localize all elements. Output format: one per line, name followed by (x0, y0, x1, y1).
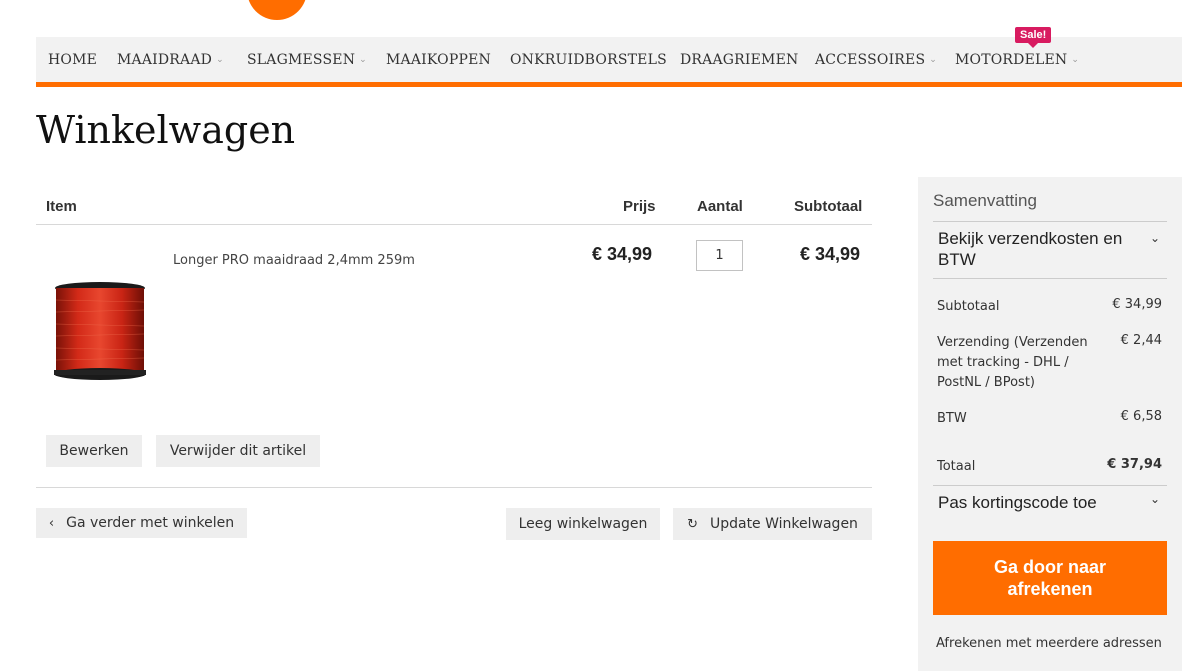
divider (933, 221, 1167, 222)
summary-subtotal-value: € 34,99 (1112, 297, 1162, 312)
column-header-qty: Aantal (697, 198, 743, 215)
discount-code-label: Pas kortingscode toe (938, 493, 1097, 512)
chevron-down-icon: ⌄ (359, 55, 367, 65)
divider (36, 487, 872, 488)
nav-label: MOTORDELEN (955, 52, 1068, 68)
divider (933, 278, 1167, 279)
quantity-input[interactable] (696, 240, 743, 271)
page-title: Winkelwagen (36, 108, 296, 152)
nav-item-motordelen[interactable]: MOTORDELEN ⌄ (955, 52, 1079, 68)
summary-tax-value: € 6,58 (1120, 409, 1162, 424)
product-image[interactable] (50, 280, 150, 384)
multi-address-checkout-link[interactable]: Afrekenen met meerdere adressen (936, 636, 1162, 651)
nav-item-accessoires[interactable]: ACCESSOIRES ⌄ (815, 52, 937, 68)
divider (36, 224, 872, 225)
nav-item-maaikoppen[interactable]: MAAIKOPPEN (386, 52, 491, 68)
logo[interactable] (247, 0, 307, 20)
item-subtotal: € 34,99 (800, 244, 861, 264)
summary-title: Samenvatting (933, 191, 1037, 210)
chevron-down-icon: ⌄ (216, 55, 224, 65)
summary-shipping-label: Verzending (Verzenden met tracking - DHL… (937, 335, 1088, 390)
chevron-down-icon: ⌄ (1149, 231, 1160, 245)
summary-subtotal-label: Subtotaal (937, 299, 1000, 314)
continue-shopping-button[interactable]: ‹ Ga verder met winkelen (36, 508, 247, 538)
sale-badge: Sale! (1015, 27, 1052, 48)
edit-item-button[interactable]: Bewerken (46, 435, 142, 467)
chevron-down-icon: ⌄ (1071, 55, 1080, 65)
summary-shipping-value: € 2,44 (1120, 333, 1162, 348)
column-header-subtotal: Subtotaal (794, 198, 863, 215)
empty-cart-button[interactable]: Leeg winkelwagen (506, 508, 660, 540)
nav-label: HOME (48, 52, 98, 68)
button-label: Bewerken (59, 443, 129, 459)
summary-total-label: Totaal (937, 459, 976, 474)
update-cart-button[interactable]: ↻ Update Winkelwagen (673, 508, 872, 540)
refresh-icon: ↻ (687, 516, 698, 532)
product-name-link[interactable]: Longer PRO maaidraad 2,4mm 259m (173, 253, 415, 268)
nav-item-maaidraad[interactable]: MAAIDRAAD ⌄ (117, 52, 224, 68)
nav-label: ACCESSOIRES (815, 52, 926, 68)
main-nav: HOME MAAIDRAAD ⌄ SLAGMESSEN ⌄ MAAIKOPPEN O… (36, 27, 1182, 87)
nav-label: MAAIKOPPEN (386, 52, 491, 68)
column-header-price: Prijs (623, 198, 656, 215)
nav-label: DRAAGRIEMEN (680, 52, 799, 68)
nav-label: SLAGMESSEN (247, 52, 356, 68)
chevron-left-icon: ‹ (48, 515, 55, 531)
chevron-down-icon: ⌄ (1149, 492, 1160, 506)
nav-item-home[interactable]: HOME (48, 52, 97, 68)
nav-item-slagmessen[interactable]: SLAGMESSEN ⌄ (247, 52, 367, 68)
button-label: Leeg winkelwagen (518, 516, 648, 532)
button-label: Ga door naar afrekenen (993, 557, 1107, 599)
divider (933, 485, 1167, 486)
nav-label: ONKRUIDBORSTELS (510, 52, 667, 68)
button-label: Ga verder met winkelen (66, 515, 235, 531)
item-price: € 34,99 (592, 244, 653, 264)
nav-label: MAAIDRAAD (117, 52, 213, 68)
column-header-item: Item (46, 198, 77, 215)
button-label: Verwijder dit artikel (169, 443, 307, 459)
remove-item-button[interactable]: Verwijder dit artikel (156, 435, 320, 467)
checkout-button[interactable]: Ga door naar afrekenen (933, 541, 1167, 615)
nav-item-onkruidborstels[interactable]: ONKRUIDBORSTELS (510, 52, 667, 68)
chevron-down-icon: ⌄ (929, 55, 937, 65)
summary-tax-label: BTW (937, 411, 967, 426)
shipping-tax-label: Bekijk verzendkosten en BTW (938, 229, 1123, 269)
spool-image (54, 282, 146, 380)
button-label: Update Winkelwagen (709, 516, 858, 532)
summary-total-value: € 37,94 (1107, 457, 1162, 472)
order-summary: Samenvatting Bekijk verzendkosten en BTW… (918, 177, 1182, 671)
nav-item-draagriemen[interactable]: DRAAGRIEMEN (680, 52, 798, 68)
